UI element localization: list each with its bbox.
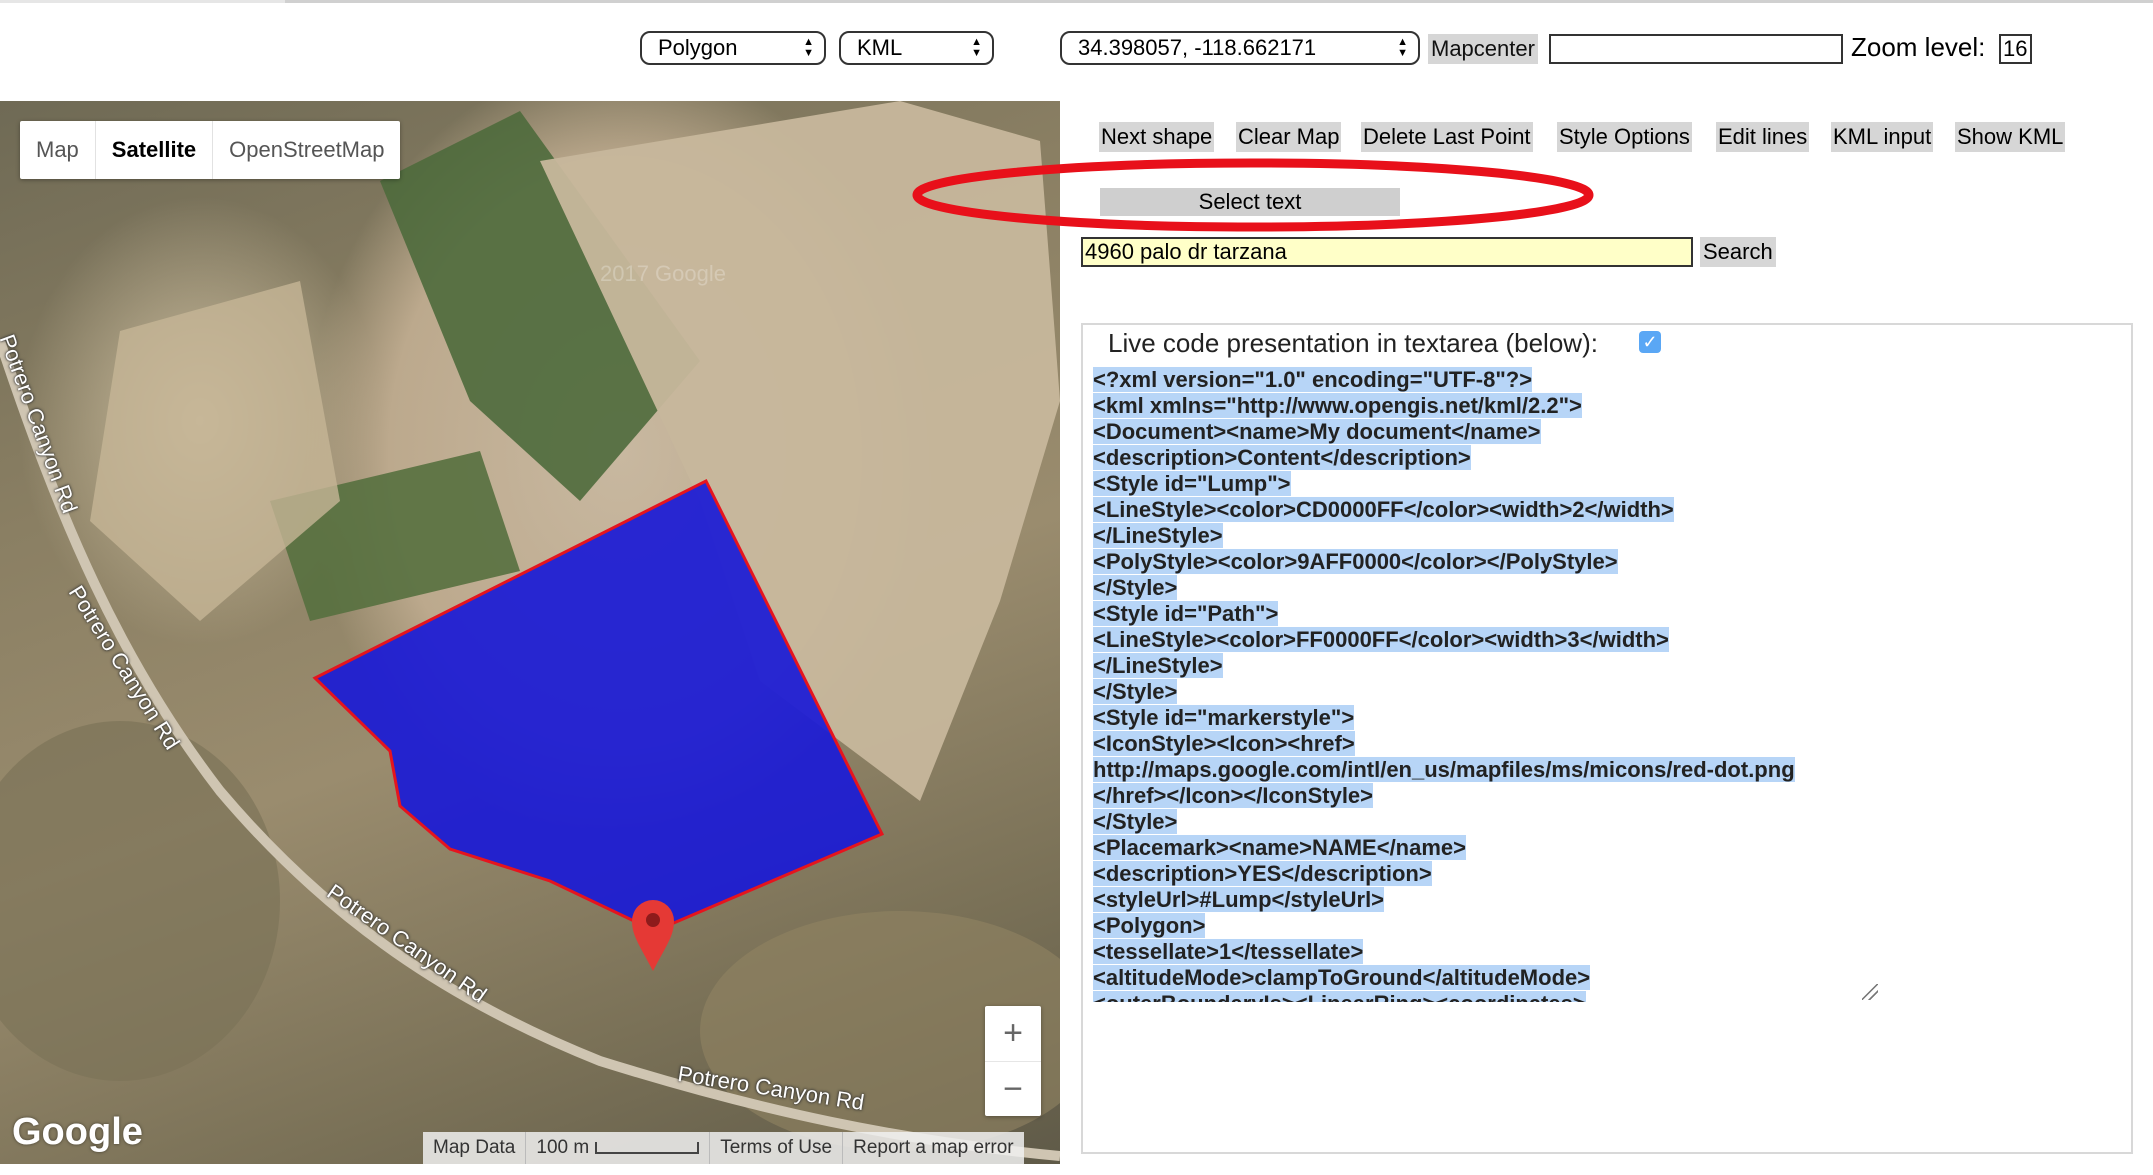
map-watermark: 2017 Google [600, 261, 726, 286]
map-footer: Map Data 100 m Terms of Use Report a map… [423, 1132, 1024, 1164]
code-line: <outerBoundaryIs><LinearRing><coordinate… [1093, 991, 1878, 1002]
style-options-button[interactable]: Style Options [1557, 122, 1692, 152]
delete-last-point-button[interactable]: Delete Last Point [1361, 122, 1533, 152]
format-value: KML [857, 35, 903, 60]
map-tab-map[interactable]: Map [20, 121, 95, 179]
terms-of-use-link[interactable]: Terms of Use [709, 1132, 842, 1164]
code-line-text: <Document><name>My document</name> [1093, 419, 1541, 444]
code-line: <tessellate>1</tessellate> [1093, 939, 1878, 965]
code-line-text: <styleUrl>#Lump</styleUrl> [1093, 887, 1385, 912]
code-line: <Style id="markerstyle"> [1093, 705, 1878, 731]
code-line: </Style> [1093, 679, 1878, 705]
shape-type-value: Polygon [658, 35, 738, 60]
zoom-out-button[interactable]: − [985, 1061, 1041, 1117]
zoom-level-label: Zoom level: [1851, 32, 1986, 62]
code-line: <Polygon> [1093, 913, 1878, 939]
code-line: <kml xmlns="http://www.opengis.net/kml/2… [1093, 393, 1878, 419]
checkmark-icon: ✓ [1642, 332, 1658, 352]
search-button[interactable]: Search [1700, 237, 1776, 267]
map-scale: 100 m [525, 1132, 709, 1164]
code-line-text: <description>Content</description> [1093, 445, 1471, 470]
code-line: <Placemark><name>NAME</name> [1093, 835, 1878, 861]
updown-arrows-icon: ▲ ▼ [1397, 36, 1408, 59]
live-code-checkbox[interactable]: ✓ [1639, 331, 1661, 353]
scale-bar [595, 1141, 700, 1154]
google-logo: Google [12, 1111, 143, 1153]
zoom-in-button[interactable]: + [985, 1006, 1041, 1061]
code-line-text: </href></Icon></IconStyle> [1093, 783, 1374, 808]
resize-handle-icon[interactable] [1862, 984, 1878, 1000]
code-line: <PolyStyle><color>9AFF0000</color></Poly… [1093, 549, 1878, 575]
next-shape-button[interactable]: Next shape [1099, 122, 1215, 152]
map-scale-label: 100 m [536, 1137, 590, 1158]
code-line-text: </Style> [1093, 575, 1178, 600]
code-line-text: </Style> [1093, 809, 1178, 834]
code-line: <description>Content</description> [1093, 445, 1878, 471]
code-line-text: http://maps.google.com/intl/en_us/mapfil… [1093, 757, 1795, 782]
live-code-label: Live code presentation in textarea (belo… [1108, 328, 1598, 358]
code-line: <Style id="Lump"> [1093, 471, 1878, 497]
top-border-dark [285, 0, 2153, 3]
annotation-ellipse [912, 158, 1594, 232]
code-line: </href></Icon></IconStyle> [1093, 783, 1878, 809]
clear-map-button[interactable]: Clear Map [1236, 122, 1342, 152]
map-zoom-control: + − [985, 1006, 1041, 1116]
code-line-text: <kml xmlns="http://www.opengis.net/kml/2… [1093, 393, 1582, 418]
code-line: <Document><name>My document</name> [1093, 419, 1878, 445]
shape-type-select[interactable]: Polygon ▲ ▼ [640, 31, 826, 65]
code-line: </Style> [1093, 575, 1878, 601]
code-line-text: <PolyStyle><color>9AFF0000</color></Poly… [1093, 549, 1618, 574]
code-line: </LineStyle> [1093, 523, 1878, 549]
code-line: <description>YES</description> [1093, 861, 1878, 887]
code-line-text: </LineStyle> [1093, 523, 1223, 548]
code-line-text: <LineStyle><color>FF0000FF</color><width… [1093, 627, 1669, 652]
code-line-text: <?xml version="1.0" encoding="UTF-8"?> [1093, 367, 1533, 392]
code-line: </Style> [1093, 809, 1878, 835]
report-map-error-link[interactable]: Report a map error [842, 1132, 1024, 1164]
edit-lines-button[interactable]: Edit lines [1716, 122, 1810, 152]
code-line: <styleUrl>#Lump</styleUrl> [1093, 887, 1878, 913]
code-line-text: <outerBoundaryIs><LinearRing><coordinate… [1093, 991, 1586, 1002]
code-line-text: <tessellate>1</tessellate> [1093, 939, 1364, 964]
map-view[interactable]: Map Satellite OpenStreetMap 2017 Google … [0, 101, 1060, 1164]
code-line-text: <Polygon> [1093, 913, 1206, 938]
code-line: http://maps.google.com/intl/en_us/mapfil… [1093, 757, 1878, 783]
map-tab-openstreetmap[interactable]: OpenStreetMap [212, 121, 400, 179]
map-type-control: Map Satellite OpenStreetMap [20, 121, 401, 179]
code-line: <Style id="Path"> [1093, 601, 1878, 627]
kml-textarea[interactable]: <?xml version="1.0" encoding="UTF-8"?> <k… [1093, 367, 1878, 1002]
code-line-text: <Style id="Lump"> [1093, 471, 1291, 496]
code-line-text: <altitudeMode>clampToGround</altitudeMod… [1093, 965, 1591, 990]
code-line: <LineStyle><color>FF0000FF</color><width… [1093, 627, 1878, 653]
code-line-text: <Style id="Path"> [1093, 601, 1279, 626]
kml-input-button[interactable]: KML input [1831, 122, 1934, 152]
code-line-text: <description>YES</description> [1093, 861, 1432, 886]
code-line-text: </LineStyle> [1093, 653, 1223, 678]
code-line: <IconStyle><Icon><href> [1093, 731, 1878, 757]
code-line-text: <Placemark><name>NAME</name> [1093, 835, 1467, 860]
coordinates-value: 34.398057, -118.662171 [1078, 35, 1317, 60]
code-line-text: <IconStyle><Icon><href> [1093, 731, 1355, 756]
zoom-level-input[interactable]: 16 [1999, 34, 2032, 64]
mapcenter-button[interactable]: Mapcenter [1428, 34, 1538, 64]
map-data-link[interactable]: Map Data [423, 1132, 525, 1164]
mapcenter-input[interactable] [1549, 34, 1843, 64]
map-tab-satellite[interactable]: Satellite [94, 121, 212, 179]
code-line-text: <Style id="markerstyle"> [1093, 705, 1355, 730]
code-line: </LineStyle> [1093, 653, 1878, 679]
format-select[interactable]: KML ▲ ▼ [839, 31, 994, 65]
coordinates-select[interactable]: 34.398057, -118.662171 ▲ ▼ [1060, 31, 1420, 65]
updown-arrows-icon: ▲ ▼ [971, 36, 982, 59]
code-line: <LineStyle><color>CD0000FF</color><width… [1093, 497, 1878, 523]
code-line: <altitudeMode>clampToGround</altitudeMod… [1093, 965, 1878, 991]
code-line-text: </Style> [1093, 679, 1178, 704]
code-line-text: <LineStyle><color>CD0000FF</color><width… [1093, 497, 1674, 522]
updown-arrows-icon: ▲ ▼ [803, 36, 814, 59]
satellite-imagery [0, 101, 1060, 1161]
address-search-input[interactable]: 4960 palo dr tarzana [1081, 237, 1693, 267]
show-kml-button[interactable]: Show KML [1955, 122, 2066, 152]
code-line: <?xml version="1.0" encoding="UTF-8"?> [1093, 367, 1878, 393]
